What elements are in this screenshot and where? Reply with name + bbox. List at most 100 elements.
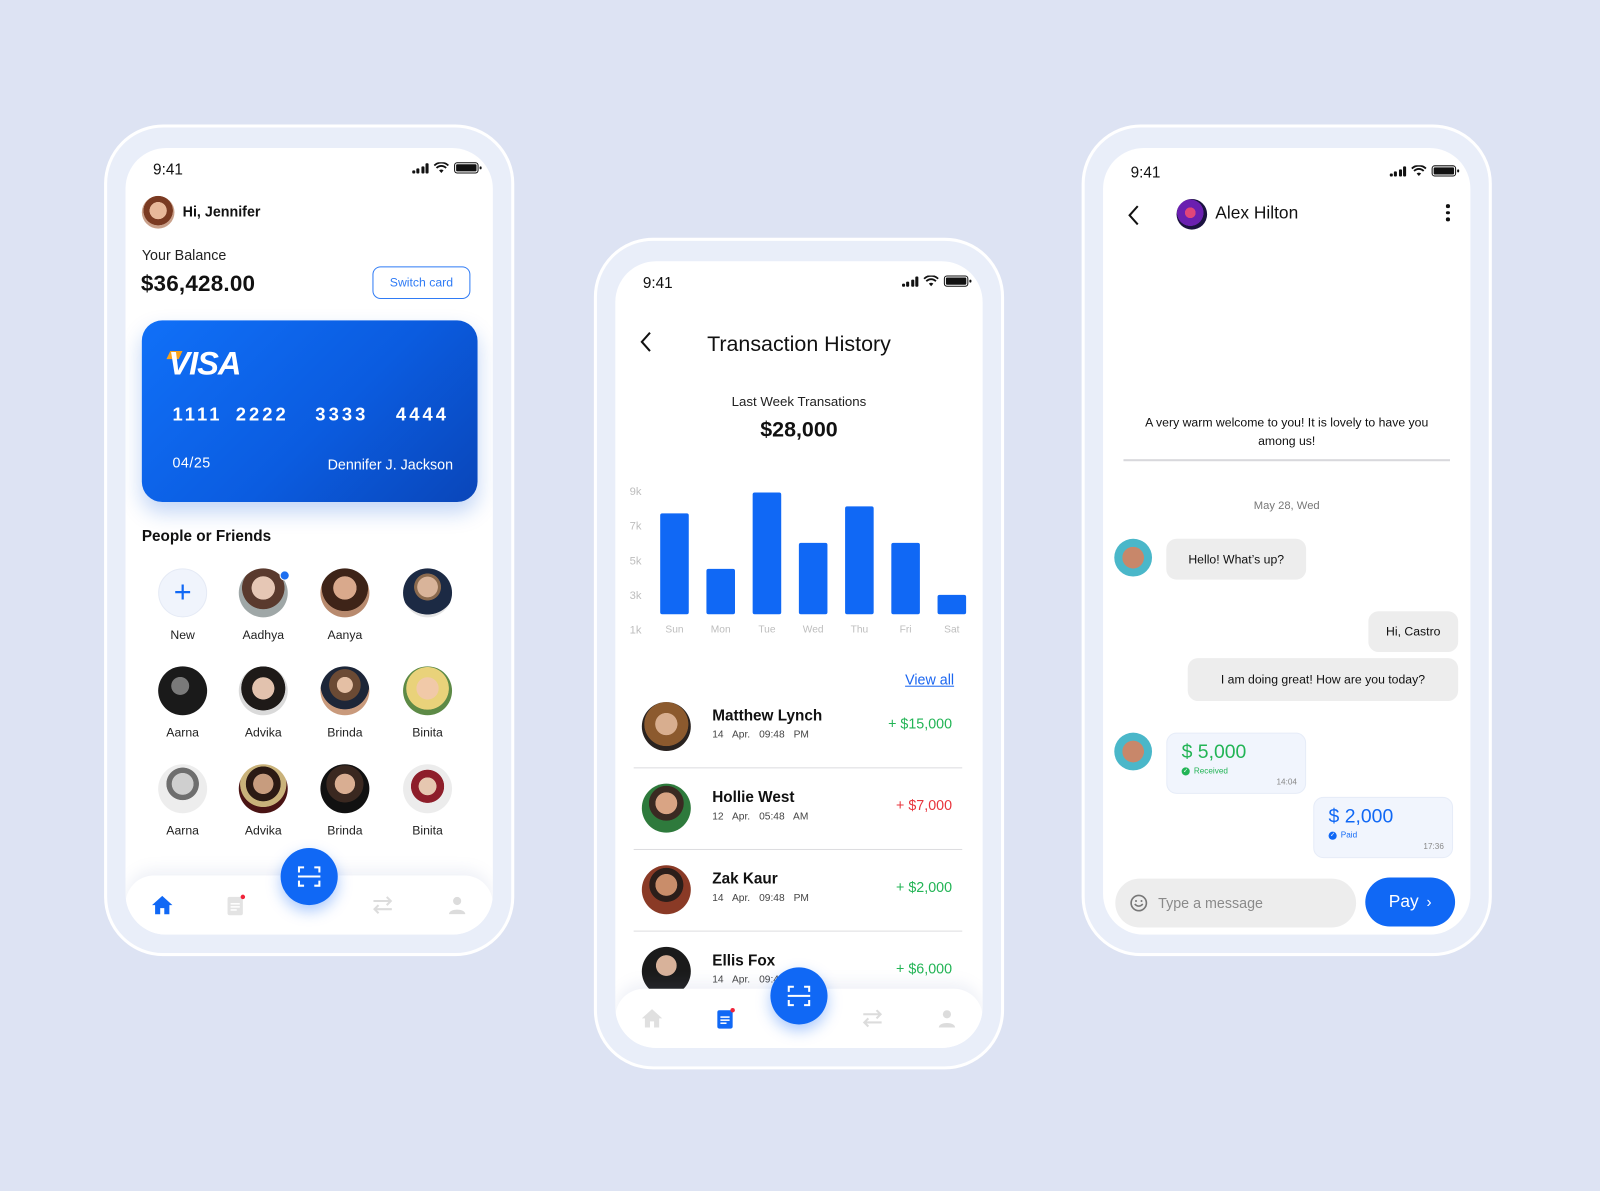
nav-home-icon[interactable] bbox=[640, 1006, 664, 1030]
bar-wed[interactable] bbox=[798, 542, 828, 615]
chat-screen: 9:41 Alex Hilton A very warm welcome to … bbox=[1103, 147, 1471, 935]
message-input[interactable] bbox=[1158, 878, 1347, 928]
friend-name: Aanya bbox=[327, 627, 363, 642]
nav-profile-icon[interactable] bbox=[935, 1006, 959, 1030]
y-tick-label: 9k bbox=[630, 486, 642, 498]
card-number-group: 4444 bbox=[395, 404, 450, 425]
back-button[interactable] bbox=[1128, 204, 1140, 233]
friend-item[interactable]: Brinda bbox=[304, 764, 386, 838]
balance-value: $36,428.00 bbox=[140, 270, 256, 296]
page-title: Transaction History bbox=[707, 332, 891, 357]
card-holder: Dennifer J. Jackson bbox=[327, 456, 454, 473]
friend-name: Aarna bbox=[166, 823, 199, 838]
x-tick-label: Sat bbox=[944, 625, 959, 636]
nav-home-icon[interactable] bbox=[150, 893, 174, 917]
contact-avatar bbox=[1114, 732, 1153, 771]
pay-label: Pay bbox=[1388, 891, 1419, 912]
friend-item[interactable] bbox=[387, 568, 469, 627]
payment-received-bubble[interactable]: $ 5,000 ✓ Received 14:04 bbox=[1166, 732, 1307, 794]
status-icons bbox=[411, 162, 482, 174]
friend-item[interactable]: Aarna bbox=[142, 764, 224, 838]
status-icons bbox=[901, 275, 972, 287]
nav-transfer-icon[interactable] bbox=[860, 1006, 884, 1030]
message-input-container bbox=[1115, 878, 1357, 928]
phone-chat: 9:41 Alex Hilton A very warm welcome to … bbox=[1081, 124, 1492, 957]
scan-button[interactable] bbox=[280, 847, 338, 906]
payment-amount: $ 2,000 bbox=[1328, 806, 1394, 828]
friend-item[interactable]: Advika bbox=[222, 764, 304, 838]
transaction-datetime: 14 Apr. 09:48 PM bbox=[712, 729, 809, 741]
signal-icon bbox=[1389, 165, 1407, 177]
bar-thu[interactable] bbox=[845, 506, 874, 615]
summary-value: $28,000 bbox=[760, 418, 838, 442]
bar-mon[interactable] bbox=[706, 568, 735, 615]
friend-new[interactable]: + New bbox=[142, 568, 224, 642]
scan-button[interactable] bbox=[770, 967, 828, 1025]
transaction-row[interactable]: Zak Kaur 14 Apr. 09:48 PM + $2,000 bbox=[633, 850, 963, 932]
date-separator: May 28, Wed bbox=[1253, 499, 1320, 513]
friend-item[interactable]: Advika bbox=[222, 666, 304, 740]
pay-button[interactable]: Pay › bbox=[1365, 877, 1456, 927]
transaction-avatar bbox=[641, 702, 691, 752]
payment-time: 14:04 bbox=[1276, 777, 1297, 787]
greeting: Hi, Jennifer bbox=[182, 203, 261, 220]
bar-sun[interactable] bbox=[660, 513, 689, 615]
transaction-datetime: 14 Apr. 09:48 PM bbox=[712, 892, 809, 905]
status-time: 9:41 bbox=[153, 161, 183, 179]
bar-sat[interactable] bbox=[937, 594, 967, 615]
more-options-icon[interactable] bbox=[1445, 204, 1450, 221]
nav-history-icon[interactable] bbox=[713, 1006, 737, 1030]
switch-card-button[interactable]: Switch card bbox=[372, 266, 471, 299]
transaction-row[interactable]: Hollie West 12 Apr. 05:48 AM + $7,000 bbox=[633, 768, 963, 850]
nav-history-icon[interactable] bbox=[223, 893, 247, 917]
friend-avatar bbox=[238, 764, 288, 814]
nav-transfer-icon[interactable] bbox=[370, 893, 394, 917]
nav-profile-icon[interactable] bbox=[445, 893, 469, 917]
payment-status: ✓ Paid bbox=[1328, 830, 1358, 840]
friend-item[interactable]: Aarna bbox=[142, 666, 224, 740]
y-tick-label: 1k bbox=[630, 625, 642, 637]
view-all-link[interactable]: View all bbox=[905, 671, 954, 687]
welcome-message: A very warm welcome to you! It is lovely… bbox=[1145, 415, 1429, 448]
user-avatar[interactable] bbox=[141, 195, 175, 229]
transaction-avatar bbox=[641, 783, 691, 833]
friend-avatar bbox=[158, 666, 208, 716]
transaction-amount: + $6,000 bbox=[896, 960, 953, 977]
friend-avatar bbox=[403, 764, 453, 814]
friend-avatar bbox=[403, 666, 453, 716]
friend-name: Aadhya bbox=[242, 627, 285, 642]
friend-avatar bbox=[320, 666, 370, 716]
wifi-icon bbox=[433, 162, 449, 173]
y-tick-label: 7k bbox=[630, 521, 642, 533]
card-expiry: 04/25 bbox=[172, 454, 211, 471]
friend-item[interactable]: Binita bbox=[387, 666, 469, 740]
friend-name: Binita bbox=[412, 823, 443, 838]
transaction-datetime: 12 Apr. 05:48 AM bbox=[712, 811, 809, 823]
friend-item[interactable]: Aanya bbox=[304, 568, 386, 642]
friend-item[interactable]: Brinda bbox=[304, 666, 386, 740]
friend-item[interactable]: Binita bbox=[387, 764, 469, 838]
divider bbox=[1123, 459, 1450, 461]
plus-icon[interactable]: + bbox=[158, 568, 208, 618]
bar-tue[interactable] bbox=[752, 492, 782, 615]
transaction-name: Ellis Fox bbox=[712, 952, 776, 970]
transaction-amount: + $2,000 bbox=[896, 878, 953, 895]
stage: 9:41 Hi, Jennifer Your Balance $36,428.0… bbox=[0, 0, 1600, 1191]
contact-avatar[interactable] bbox=[1176, 198, 1208, 230]
transaction-amount: + $7,000 bbox=[896, 796, 953, 814]
scan-icon bbox=[787, 985, 811, 1007]
x-tick-label: Sun bbox=[665, 625, 683, 636]
transaction-row[interactable]: Matthew Lynch 14 Apr. 09:48 PM + $15,000 bbox=[633, 687, 963, 769]
credit-card[interactable]: VISA 1111 2222 3333 4444 04/25 Dennifer … bbox=[141, 320, 478, 503]
payment-time: 17:36 bbox=[1423, 841, 1444, 852]
status-time: 9:41 bbox=[642, 274, 673, 292]
payment-sent-bubble[interactable]: $ 2,000 ✓ Paid 17:36 bbox=[1313, 796, 1454, 859]
bar-fri[interactable] bbox=[891, 542, 920, 615]
friend-name: Aarna bbox=[166, 725, 199, 740]
friend-name: Advika bbox=[244, 725, 282, 740]
emoji-icon[interactable] bbox=[1130, 894, 1148, 912]
online-indicator-icon bbox=[279, 570, 290, 581]
payment-status-text: Paid bbox=[1340, 830, 1358, 840]
friend-item[interactable]: Aadhya bbox=[222, 568, 304, 642]
friend-avatar bbox=[238, 666, 288, 716]
